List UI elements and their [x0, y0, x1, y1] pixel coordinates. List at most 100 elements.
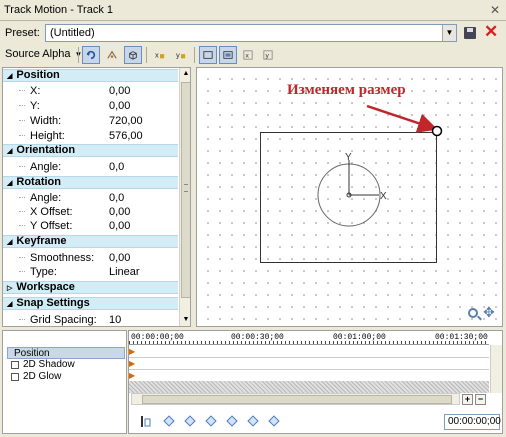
- track-name: 2D Glow: [23, 371, 62, 382]
- add-keyframe-button[interactable]: [247, 415, 260, 428]
- move-in-y-button[interactable]: y: [259, 46, 277, 64]
- prevent-movement-y-button[interactable]: y: [172, 46, 190, 64]
- section-workspace[interactable]: ▷ Workspace: [3, 281, 178, 294]
- prop-row-rotation-angle[interactable]: Angle: 0,0: [3, 191, 178, 205]
- enable-rotation-button[interactable]: [82, 46, 100, 64]
- prop-row-x[interactable]: X: 0,00: [3, 84, 178, 98]
- prop-row-x-offset[interactable]: X Offset: 0,00: [3, 205, 178, 219]
- collapse-triangle-icon[interactable]: ◢: [7, 237, 12, 248]
- prop-value[interactable]: 720,00: [109, 115, 143, 127]
- keyframe-marker-icon[interactable]: ▶: [129, 359, 135, 368]
- delete-keyframe-button[interactable]: [268, 415, 281, 428]
- properties-scrollbar[interactable]: ▲ ▼: [179, 68, 190, 326]
- ruler-tick-label: 00:00:30;00: [231, 333, 284, 342]
- prop-row-y-offset[interactable]: Y Offset: 0,00: [3, 219, 178, 233]
- close-icon[interactable]: ✕: [490, 3, 500, 17]
- tree-connector: [19, 211, 25, 212]
- prop-row-orientation-angle[interactable]: Angle: 0,0: [3, 160, 178, 174]
- motion-canvas[interactable]: Изменяем размер Y X ✥: [196, 67, 503, 327]
- track-row-position[interactable]: Position: [7, 347, 125, 359]
- prop-row-type[interactable]: Type: Linear: [3, 265, 178, 279]
- prop-value[interactable]: Linear: [109, 266, 140, 278]
- section-rotation[interactable]: ◢ Rotation: [3, 176, 178, 189]
- section-orientation[interactable]: ◢ Orientation: [3, 144, 178, 157]
- prevent-movement-x-button[interactable]: x: [151, 46, 169, 64]
- timeline-hscrollbar[interactable]: [131, 393, 460, 405]
- keyframe-timeline[interactable]: 00:00:00;00 00:00:30;00 00:01:00;00 00:0…: [128, 330, 503, 434]
- prop-row-height[interactable]: Height: 576,00: [3, 129, 178, 143]
- section-position[interactable]: ◢ Position: [3, 69, 178, 82]
- zoom-icon[interactable]: [468, 308, 478, 318]
- view-mode-button-1[interactable]: [199, 46, 217, 64]
- resize-handle[interactable]: [431, 125, 443, 137]
- y-axis-icon: y: [263, 50, 273, 60]
- zoom-in-button[interactable]: +: [462, 394, 473, 405]
- track-row-2d-shadow[interactable]: 2D Shadow: [7, 359, 125, 371]
- first-keyframe-button[interactable]: [163, 415, 176, 428]
- section-snap-settings[interactable]: ◢ Snap Settings: [3, 297, 178, 310]
- prop-label: Type:: [30, 266, 57, 278]
- prop-row-y[interactable]: Y: 0,00: [3, 99, 178, 113]
- track-lane[interactable]: ▶: [129, 346, 489, 358]
- scrollbar-thumb[interactable]: [142, 395, 452, 404]
- prop-value[interactable]: 0,00: [109, 85, 130, 97]
- enable-snapping-button[interactable]: [103, 46, 121, 64]
- prop-value[interactable]: 576,00: [109, 130, 143, 142]
- next-keyframe-button[interactable]: [205, 415, 218, 428]
- tree-connector: [19, 225, 25, 226]
- svg-text:x: x: [155, 51, 159, 60]
- checkbox[interactable]: [11, 361, 19, 369]
- checkbox[interactable]: [11, 373, 19, 381]
- prop-label: Grid Spacing:: [30, 314, 97, 326]
- section-keyframe[interactable]: ◢ Keyframe: [3, 235, 178, 248]
- section-title: Snap Settings: [16, 297, 90, 309]
- scrollbar-thumb[interactable]: [181, 82, 190, 298]
- scroll-down-icon[interactable]: ▼: [181, 315, 190, 325]
- save-preset-icon[interactable]: [464, 27, 476, 39]
- prop-label: Height:: [30, 130, 65, 142]
- track-list: Position 2D Shadow 2D Glow: [2, 330, 127, 434]
- prop-value[interactable]: 0,0: [109, 192, 124, 204]
- zoom-out-button[interactable]: −: [475, 394, 486, 405]
- preset-dropdown[interactable]: (Untitled) ▼: [45, 24, 457, 42]
- scroll-up-icon[interactable]: ▲: [181, 69, 190, 79]
- lock-x-icon: x: [155, 51, 165, 60]
- sync-cursor-button[interactable]: [139, 415, 152, 428]
- prev-keyframe-button[interactable]: [184, 415, 197, 428]
- keyframe-marker-icon[interactable]: ▶: [129, 347, 135, 356]
- keyframe-next-icon: [205, 415, 217, 427]
- window-title: Track Motion - Track 1: [4, 4, 114, 16]
- collapse-triangle-icon[interactable]: ◢: [7, 71, 12, 82]
- edit-in-object-space-button[interactable]: [124, 46, 142, 64]
- prop-row-width[interactable]: Width: 720,00: [3, 114, 178, 128]
- last-keyframe-button[interactable]: [226, 415, 239, 428]
- prop-row-smoothness[interactable]: Smoothness: 0,00: [3, 251, 178, 265]
- prop-value[interactable]: 0,00: [109, 100, 130, 112]
- chevron-down-icon[interactable]: ▼: [442, 25, 456, 41]
- move-in-x-button[interactable]: x: [239, 46, 257, 64]
- source-alpha-dropdown[interactable]: Source Alpha▼: [5, 48, 82, 60]
- move-icon[interactable]: ✥: [483, 304, 495, 321]
- track-row-2d-glow[interactable]: 2D Glow: [7, 371, 125, 383]
- snap-icon: [107, 50, 117, 59]
- prop-row-grid-spacing[interactable]: Grid Spacing: 10: [3, 313, 178, 326]
- rotate-icon: [86, 50, 96, 60]
- track-lane[interactable]: ▶: [129, 358, 489, 370]
- collapse-triangle-icon[interactable]: ◢: [7, 178, 12, 189]
- keyframe-marker-icon[interactable]: ▶: [129, 371, 135, 380]
- x-axis-icon: x: [243, 50, 253, 60]
- collapse-triangle-icon[interactable]: ◢: [7, 146, 12, 157]
- view-mode-button-2[interactable]: [219, 46, 237, 64]
- prop-value[interactable]: 0,00: [109, 206, 130, 218]
- prop-value[interactable]: 0,0: [109, 161, 124, 173]
- source-alpha-label: Source Alpha: [5, 48, 71, 60]
- timeline-vscrollbar[interactable]: [490, 345, 502, 393]
- prop-value[interactable]: 0,00: [109, 220, 130, 232]
- collapse-triangle-icon[interactable]: ◢: [7, 299, 12, 310]
- prop-value[interactable]: 0,00: [109, 252, 130, 264]
- time-ruler[interactable]: 00:00:00;00 00:00:30;00 00:01:00;00 00:0…: [129, 331, 489, 345]
- time-input[interactable]: 00:00:00;00: [444, 414, 501, 430]
- prop-value[interactable]: 10: [109, 314, 121, 326]
- delete-preset-icon[interactable]: ✕: [484, 22, 498, 42]
- expand-triangle-icon[interactable]: ▷: [7, 283, 12, 294]
